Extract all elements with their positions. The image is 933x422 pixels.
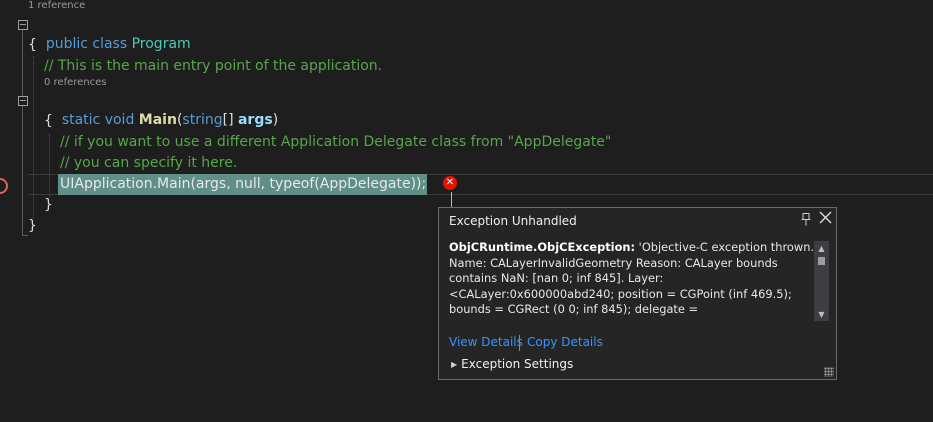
expand-caret-icon: ▶ (451, 360, 458, 369)
parameter-token: args (237, 112, 273, 128)
scroll-up-icon[interactable]: ▲ (814, 243, 829, 255)
execution-pointer-icon[interactable] (0, 178, 8, 194)
copy-details-link[interactable]: Copy Details (527, 335, 603, 349)
exception-message: ObjCRuntime.ObjCException: 'Objective-C … (449, 240, 817, 320)
exception-callout-line (451, 192, 452, 208)
exception-type: ObjCRuntime.ObjCException: (449, 240, 636, 254)
scroll-down-icon[interactable]: ▼ (814, 309, 829, 321)
type-token: Program (131, 36, 191, 52)
keyword-token: string (182, 112, 223, 128)
exception-settings-expander[interactable]: ▶ Exception Settings (451, 357, 573, 371)
view-details-link[interactable]: View Details (449, 335, 523, 349)
scroll-thumb[interactable] (818, 257, 825, 265)
collapse-class-icon[interactable] (18, 20, 28, 30)
exception-helper-popup: Exception Unhandled ObjCRuntime.ObjCExce… (438, 207, 837, 380)
code-line-close-brace: } (28, 218, 37, 234)
code-line-main-declaration: static void Main(string[] args) (44, 90, 278, 128)
keyword-token: static void (61, 112, 139, 128)
code-line-comment: // you can specify it here. (60, 155, 238, 171)
pin-icon[interactable] (801, 213, 813, 227)
code-line-exception-statement: UIApplication.Main(args, null, typeof(Ap… (60, 176, 427, 192)
punctuation-token: ) (272, 112, 279, 128)
outline-line-method (22, 106, 23, 214)
exception-title: Exception Unhandled (449, 214, 577, 228)
code-line-open-brace: { (44, 113, 53, 129)
close-icon[interactable] (819, 211, 833, 227)
code-line-class-declaration: public class Program (28, 14, 191, 52)
class-reference-count[interactable]: 1 reference (28, 0, 85, 11)
message-scrollbar[interactable]: ▲ ▼ (814, 241, 829, 321)
keyword-token: public class (45, 36, 132, 52)
collapse-method-icon[interactable] (18, 96, 28, 106)
resize-grip-icon[interactable] (824, 367, 834, 377)
exception-settings-label: Exception Settings (461, 357, 574, 371)
code-line-comment: // This is the main entry point of the a… (44, 58, 383, 74)
code-line-open-brace: { (28, 37, 37, 53)
method-name-token: Main (138, 112, 177, 128)
method-reference-count[interactable]: 0 references (44, 77, 107, 88)
punctuation-token: [] (222, 112, 238, 128)
link-separator (519, 335, 520, 351)
exception-error-icon[interactable]: ✕ (443, 176, 457, 190)
code-line-close-brace: } (44, 197, 53, 213)
code-line-comment: // if you want to use a different Applic… (60, 134, 612, 150)
